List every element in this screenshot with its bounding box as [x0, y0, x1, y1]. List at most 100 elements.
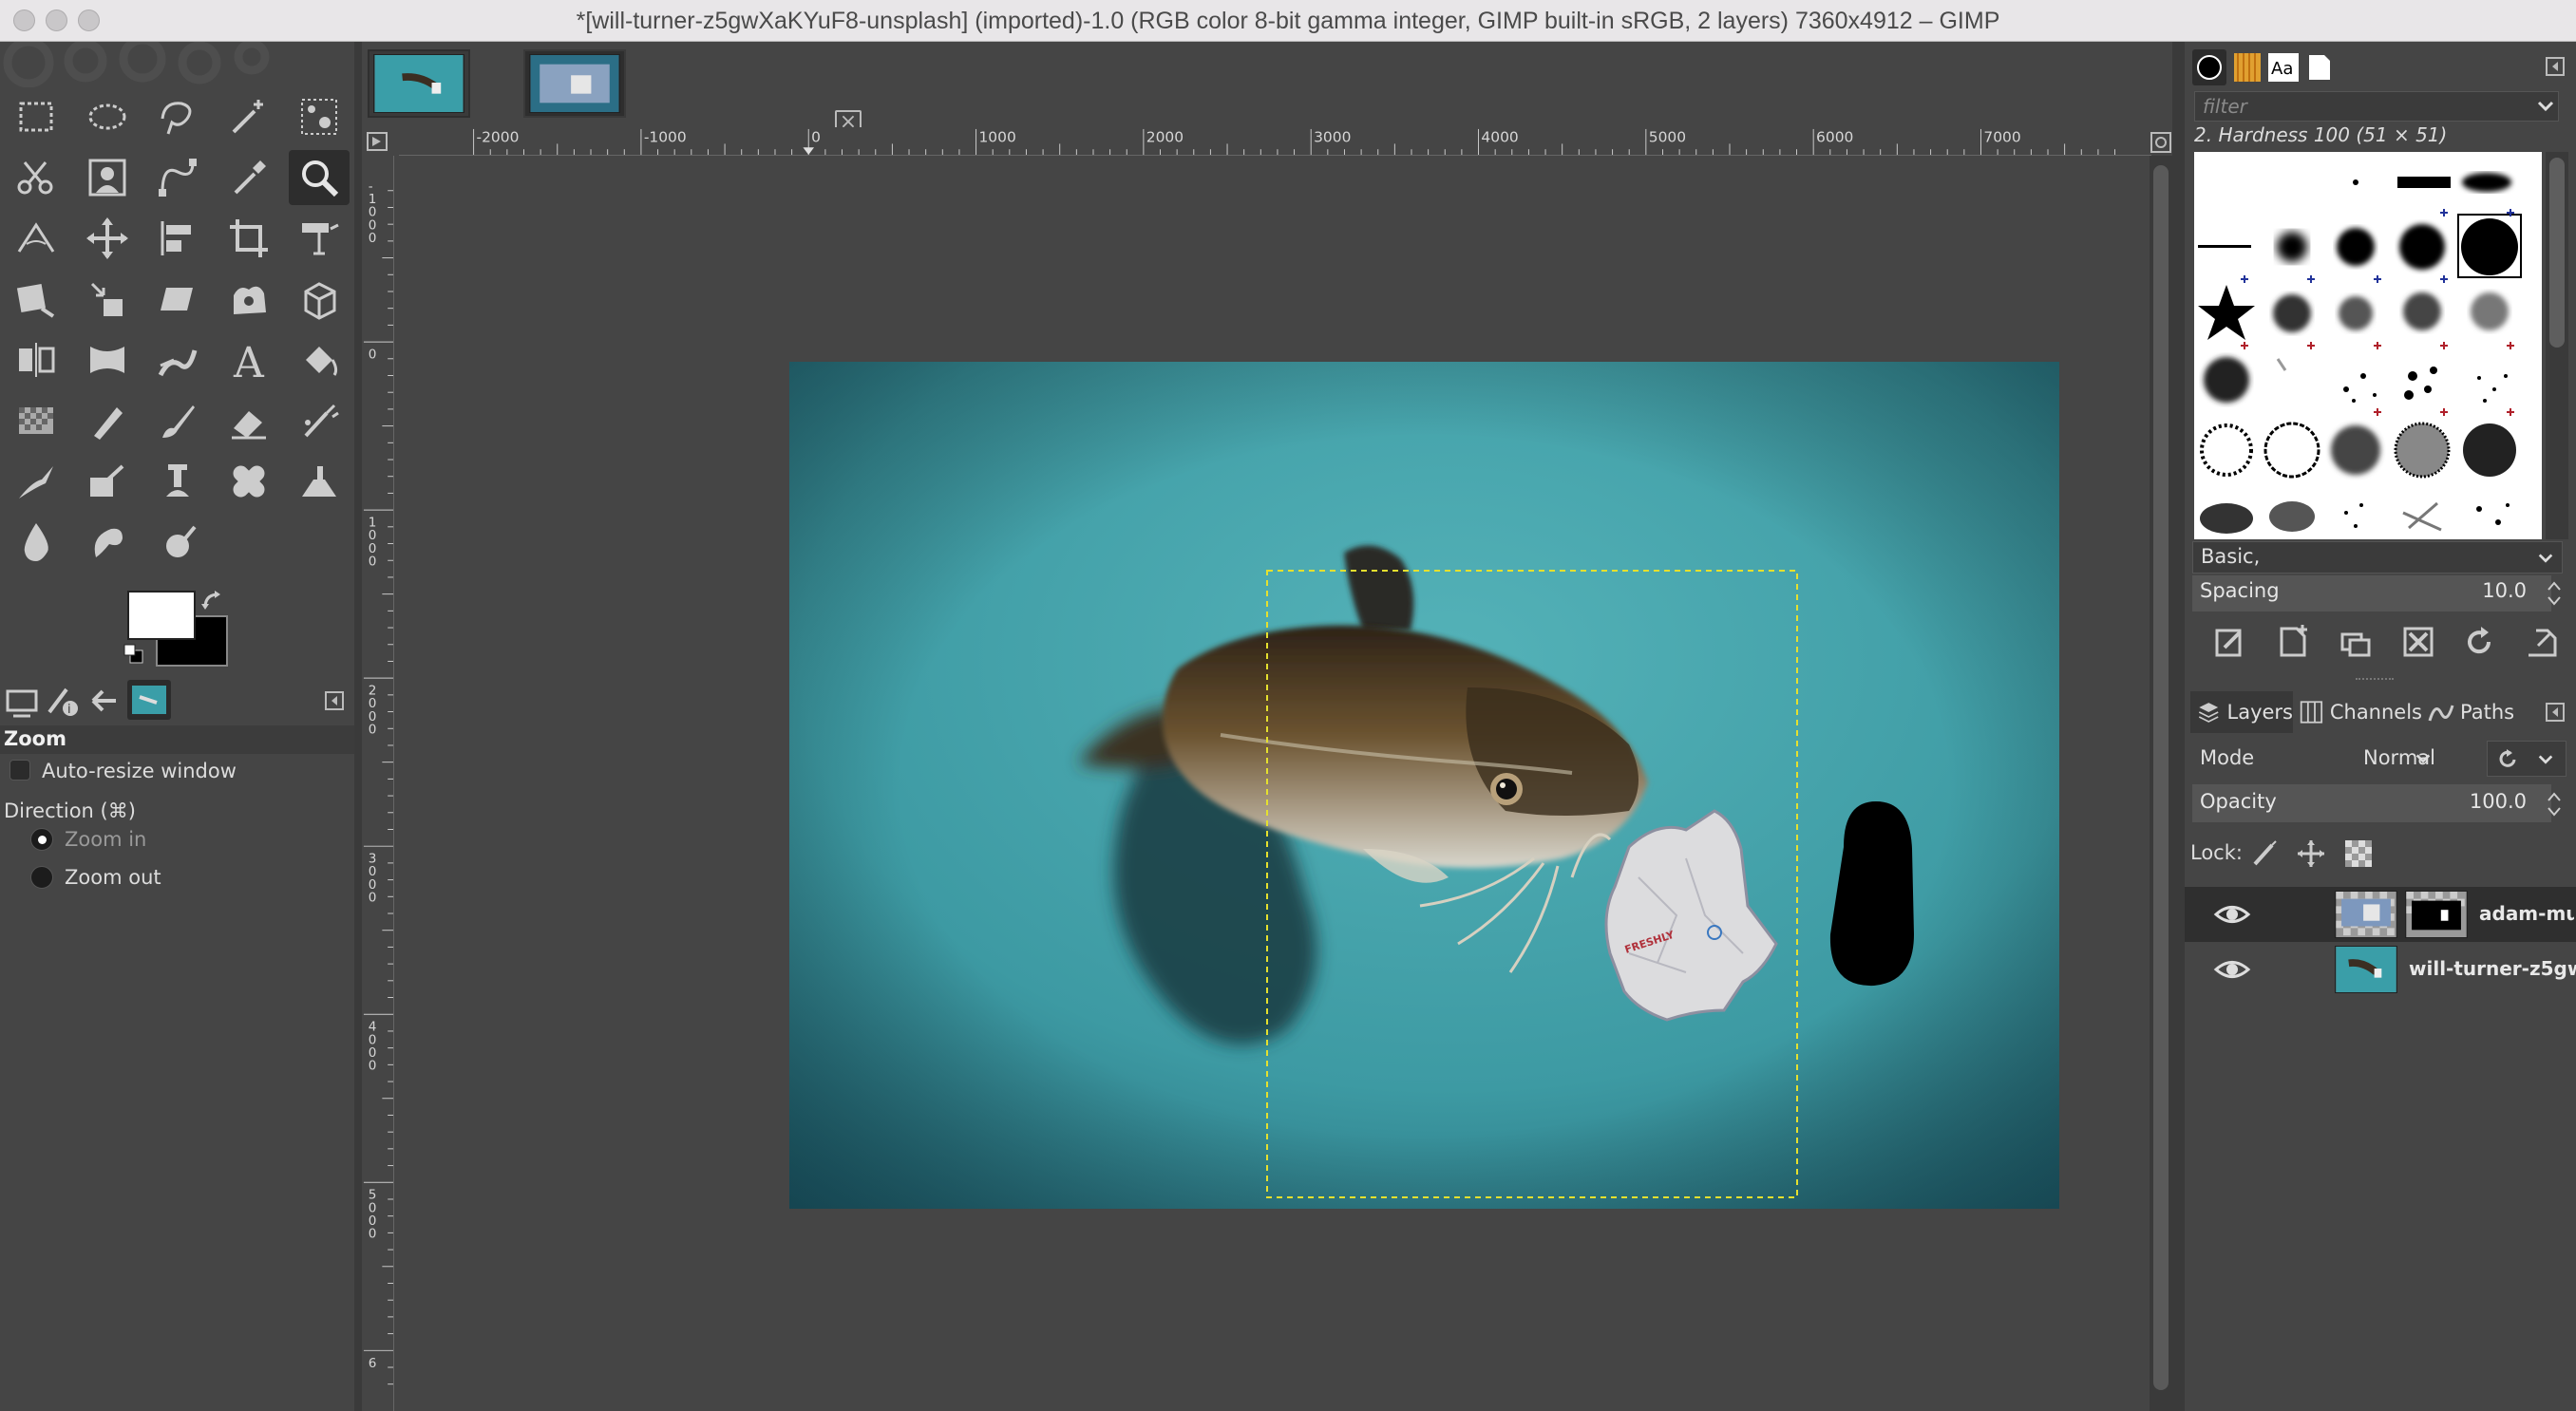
- tool-select-by-color[interactable]: [289, 89, 350, 144]
- layer-name[interactable]: will-turner-z5gwX: [2409, 957, 2576, 980]
- zoom-out-label[interactable]: Zoom out: [65, 866, 161, 889]
- tool-pencil[interactable]: [77, 393, 138, 448]
- tab-channels[interactable]: Channels: [2293, 691, 2422, 733]
- foreground-color-swatch[interactable]: [127, 591, 196, 640]
- zoom-in-label[interactable]: Zoom in: [65, 828, 146, 851]
- visibility-eye-icon[interactable]: [2213, 953, 2251, 986]
- tool-dodge-burn[interactable]: [147, 515, 208, 570]
- chevron-down-icon[interactable]: [2536, 97, 2555, 116]
- right-dock-separator[interactable]: [2172, 42, 2185, 1411]
- tool-fuzzy-select[interactable]: [218, 89, 279, 144]
- tool-gradient[interactable]: [6, 393, 66, 448]
- tool-shear[interactable]: [147, 272, 208, 327]
- left-dock-separator[interactable]: [354, 42, 362, 1411]
- tool-clone[interactable]: [147, 454, 208, 509]
- open-brush-as-image-icon[interactable]: [2523, 623, 2561, 661]
- lock-alpha-icon[interactable]: [2342, 837, 2375, 870]
- device-status-tab-icon[interactable]: i: [44, 684, 82, 720]
- delete-brush-icon[interactable]: [2399, 623, 2437, 661]
- lock-position-icon[interactable]: [2295, 837, 2327, 870]
- tool-align[interactable]: [147, 211, 208, 266]
- scrollbar-thumb[interactable]: [2153, 165, 2169, 1390]
- tool-free-select[interactable]: [147, 89, 208, 144]
- edit-brush-icon[interactable]: [2211, 623, 2249, 661]
- tool-zoom[interactable]: [289, 150, 350, 205]
- image-canvas[interactable]: FRESHLY: [394, 156, 2147, 1411]
- tool-foreground-select[interactable]: [77, 150, 138, 205]
- layer-mode-select[interactable]: Mode Normal: [2192, 737, 2441, 781]
- canvas-area[interactable]: FRESHLY: [394, 156, 2147, 1411]
- lock-pixels-icon[interactable]: [2249, 837, 2282, 870]
- brushes-tab[interactable]: [2192, 49, 2226, 85]
- zoom-in-radio[interactable]: [30, 828, 53, 851]
- brush-previews[interactable]: [2194, 152, 2542, 539]
- tool-scissors[interactable]: [6, 150, 66, 205]
- vertical-ruler[interactable]: -10000100020003000400050006: [362, 156, 394, 1411]
- tool-move[interactable]: [77, 211, 138, 266]
- layer-row[interactable]: adam-mu: [2185, 887, 2576, 942]
- panel-menu-icon[interactable]: [2546, 703, 2565, 722]
- tool-perspective-clone[interactable]: [289, 454, 350, 509]
- tool-color-picker[interactable]: [218, 150, 279, 205]
- panel-resize-handle[interactable]: [2356, 678, 2394, 684]
- duplicate-brush-icon[interactable]: [2337, 623, 2375, 661]
- panel-menu-icon[interactable]: [325, 691, 344, 710]
- refresh-brushes-icon[interactable]: [2460, 623, 2498, 661]
- image-tab[interactable]: [368, 49, 470, 118]
- navigate-icon[interactable]: [2150, 127, 2172, 156]
- tool-bucket-fill[interactable]: [289, 332, 350, 387]
- tab-paths[interactable]: Paths: [2422, 691, 2527, 733]
- brush-grid-scrollbar[interactable]: [2546, 152, 2568, 539]
- images-tab[interactable]: [127, 680, 171, 720]
- tool-smudge[interactable]: [77, 515, 138, 570]
- panel-menu-icon[interactable]: [2546, 57, 2565, 76]
- new-brush-icon[interactable]: [2274, 623, 2312, 661]
- tool-ellipse-select[interactable]: [77, 89, 138, 144]
- tool-text[interactable]: A: [218, 332, 279, 387]
- spinner-arrows-icon[interactable]: [2546, 790, 2563, 818]
- tool-measure[interactable]: [6, 211, 66, 266]
- layer-row[interactable]: will-turner-z5gwX: [2185, 942, 2576, 997]
- swap-colors-icon[interactable]: [199, 589, 226, 615]
- tab-layers[interactable]: Layers: [2190, 691, 2293, 733]
- vertical-scrollbar[interactable]: [2150, 156, 2172, 1411]
- image-tab-selected[interactable]: [523, 49, 626, 118]
- horizontal-ruler[interactable]: -2000 -1000 0 1000 2000 3000 4000 5000 6000 7000: [399, 127, 2151, 156]
- tool-blur-sharpen[interactable]: [6, 515, 66, 570]
- visibility-eye-icon[interactable]: [2213, 898, 2251, 931]
- tool-crop[interactable]: [218, 211, 279, 266]
- brush-grid[interactable]: [2194, 152, 2542, 539]
- tool-warp[interactable]: [77, 332, 138, 387]
- tool-cage-transform[interactable]: [218, 272, 279, 327]
- tool-smudge-tool[interactable]: [147, 332, 208, 387]
- brush-preset-select[interactable]: Basic,: [2192, 541, 2563, 574]
- layer-name[interactable]: adam-mu: [2479, 902, 2574, 925]
- documents-tab[interactable]: [2302, 49, 2337, 85]
- tool-perspective-3d[interactable]: [289, 272, 350, 327]
- undo-history-tab-icon[interactable]: [84, 684, 122, 720]
- tool-mypaint-brush[interactable]: [77, 454, 138, 509]
- tool-handle-transform[interactable]: [77, 272, 138, 327]
- default-colors-icon[interactable]: [123, 644, 144, 665]
- tool-eraser[interactable]: [218, 393, 279, 448]
- patterns-tab[interactable]: [2230, 49, 2264, 85]
- tool-flip[interactable]: [6, 332, 66, 387]
- tool-paths[interactable]: [147, 150, 208, 205]
- brush-filter-input[interactable]: filter: [2194, 91, 2559, 122]
- opacity-spinner[interactable]: Opacity 100.0: [2192, 784, 2551, 822]
- tool-options-tab-icon[interactable]: [4, 684, 42, 720]
- fonts-tab[interactable]: Aa: [2266, 49, 2301, 85]
- tool-ink[interactable]: [6, 454, 66, 509]
- tool-rect-select[interactable]: [6, 89, 66, 144]
- auto-resize-label[interactable]: Auto-resize window: [42, 760, 237, 782]
- tool-airbrush[interactable]: [289, 393, 350, 448]
- tool-unified-transform[interactable]: [289, 211, 350, 266]
- tool-heal[interactable]: [218, 454, 279, 509]
- scrollbar-thumb[interactable]: [2549, 158, 2565, 348]
- composite-mode-button[interactable]: [2487, 741, 2567, 777]
- auto-resize-checkbox[interactable]: [9, 760, 30, 781]
- tool-paintbrush[interactable]: [147, 393, 208, 448]
- spinner-arrows-icon[interactable]: [2546, 579, 2563, 608]
- tool-warp-transform[interactable]: [6, 272, 66, 327]
- spacing-spinner[interactable]: Spacing 10.0: [2192, 575, 2551, 611]
